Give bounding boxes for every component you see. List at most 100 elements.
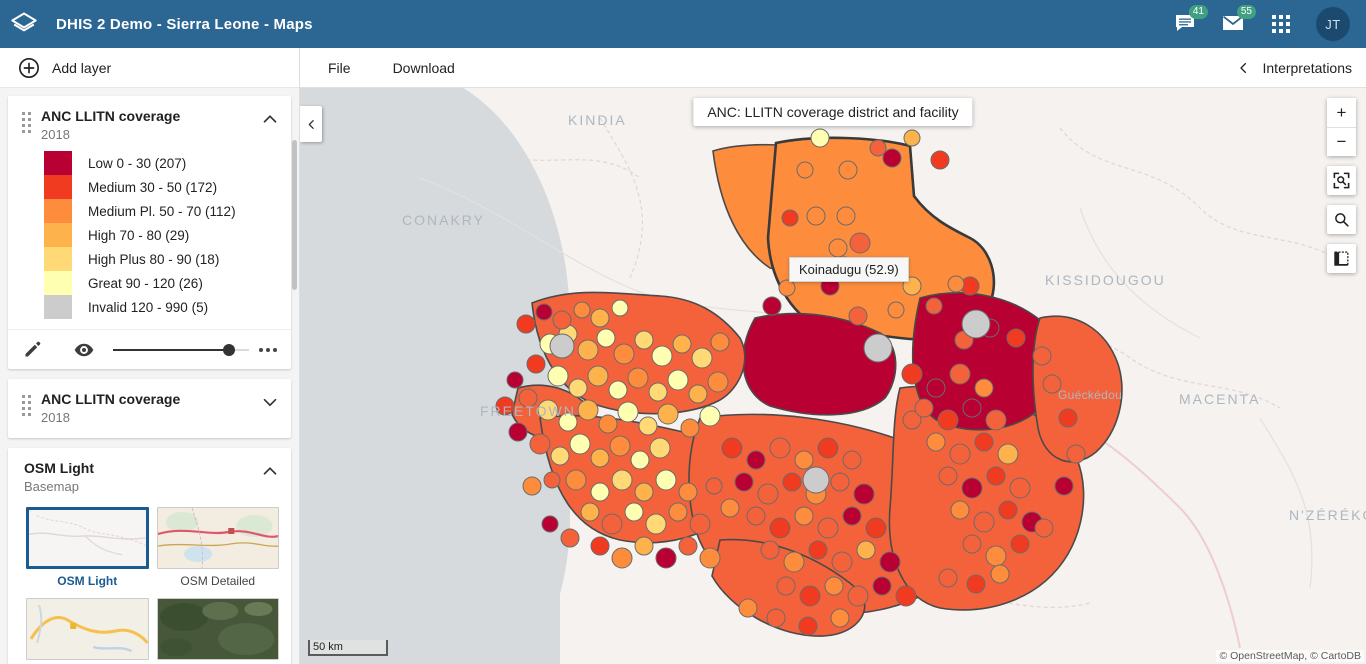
layer-titles: ANC LLITN coverage 2018 xyxy=(41,108,259,143)
scale-bar: 50 km xyxy=(308,640,388,656)
legend-item: Medium Pl. 50 - 70 (112) xyxy=(44,199,291,223)
legend-swatch xyxy=(44,151,72,175)
chevron-left-icon xyxy=(1239,62,1246,73)
chevron-down-icon[interactable] xyxy=(259,391,281,413)
interpretations-label: Interpretations xyxy=(1262,59,1353,76)
layer-card-anc-llitn-2[interactable]: ANC LLITN coverage 2018 xyxy=(8,379,291,438)
layer-period: 2018 xyxy=(41,127,70,142)
search-button[interactable] xyxy=(1327,205,1356,234)
map-area: File Download Interpretations KINDIA CON… xyxy=(300,48,1366,664)
drag-handle-icon[interactable] xyxy=(22,112,31,133)
facility-markers xyxy=(495,128,1086,636)
layer-card-header[interactable]: ANC LLITN coverage 2018 xyxy=(8,379,291,438)
legend-swatch xyxy=(44,199,72,223)
legend-label: Medium Pl. 50 - 70 (112) xyxy=(88,203,236,219)
menu-download[interactable]: Download xyxy=(393,60,455,76)
zoom-in-button[interactable]: + xyxy=(1327,98,1356,127)
chevron-left-icon xyxy=(308,119,314,129)
layers-icon xyxy=(11,12,37,32)
layer-card-anc-llitn-1[interactable]: ANC LLITN coverage 2018 Low 0 - 30 (207) xyxy=(8,96,291,369)
zoom-control-group: + − xyxy=(1327,98,1356,156)
zoom-out-button[interactable]: − xyxy=(1327,127,1356,156)
thumb-art xyxy=(157,599,278,659)
add-layer-button[interactable]: Add layer xyxy=(0,48,299,88)
basemap-thumbnail xyxy=(156,598,279,660)
map-canvas[interactable]: KINDIA CONAKRY KISSIDOUGOU MACENTA Guéck… xyxy=(300,88,1366,664)
layers-panel: Add layer ANC LLITN coverage 2018 Low 0 … xyxy=(0,48,300,664)
feature-tooltip: Koinadugu (52.9) xyxy=(789,257,909,282)
app-title: DHIS 2 Demo - Sierra Leone - Maps xyxy=(56,15,313,33)
mail-button[interactable]: 55 xyxy=(1220,5,1256,37)
chevron-up-icon[interactable] xyxy=(259,460,281,482)
legend-label: High Plus 80 - 90 (18) xyxy=(88,251,220,267)
thumb-art xyxy=(157,508,279,568)
basemap-thumbnail xyxy=(26,507,149,569)
interpretations-toggle[interactable]: Interpretations xyxy=(1236,59,1353,77)
basemap-thumbnail xyxy=(26,598,149,660)
legend-item: High Plus 80 - 90 (18) xyxy=(44,247,291,271)
avatar[interactable]: JT xyxy=(1316,7,1350,41)
basemap-options: OSM Light OSM Detailed xyxy=(8,503,291,664)
basemap-option-osm-light[interactable]: OSM Light xyxy=(26,507,149,588)
legend-swatch xyxy=(44,247,72,271)
layer-card-header[interactable]: ANC LLITN coverage 2018 xyxy=(8,96,291,151)
layer-more-menu[interactable] xyxy=(259,347,277,352)
add-layer-label: Add layer xyxy=(52,59,112,76)
legend-item: Low 0 - 30 (207) xyxy=(44,151,291,175)
basemap-thumbnail xyxy=(156,507,279,569)
legend-item: Invalid 120 - 990 (5) xyxy=(44,295,291,319)
basemap-option-google-streets[interactable]: Google Streets xyxy=(26,598,149,664)
messages-button[interactable]: 41 xyxy=(1172,5,1208,37)
collapse-panel-button[interactable] xyxy=(300,106,322,142)
basemap-name: OSM Detailed xyxy=(180,574,256,588)
legend-label: Great 90 - 120 (26) xyxy=(88,275,203,291)
slider-fill xyxy=(113,348,229,351)
ruler-icon xyxy=(1334,251,1349,266)
messages-badge: 41 xyxy=(1188,5,1208,19)
basemap-name: OSM Light xyxy=(57,574,118,588)
apps-button[interactable] xyxy=(1268,11,1294,37)
layer-title: ANC LLITN coverage xyxy=(41,391,181,407)
edit-layer-button[interactable] xyxy=(22,339,43,360)
legend-label: Low 0 - 30 (207) xyxy=(88,155,187,171)
opacity-slider[interactable] xyxy=(113,343,249,357)
eye-icon xyxy=(74,343,94,356)
basemap-card[interactable]: OSM Light Basemap OSM Light OSM Detailed xyxy=(8,448,291,664)
legend-item: Medium 30 - 50 (172) xyxy=(44,175,291,199)
map-title: ANC: LLITN coverage district and facilit… xyxy=(693,98,973,126)
layer-legend: Low 0 - 30 (207) Medium 30 - 50 (172) Me… xyxy=(8,151,291,329)
dhis2-logo[interactable] xyxy=(0,0,48,48)
map-controls: + − xyxy=(1327,98,1356,273)
legend-item: High 70 - 80 (29) xyxy=(44,223,291,247)
legend-swatch xyxy=(44,223,72,247)
legend-swatch xyxy=(44,175,72,199)
chevron-up-icon[interactable] xyxy=(259,108,281,130)
panel-scrollbar[interactable] xyxy=(292,140,297,290)
basemap-titles: OSM Light Basemap xyxy=(24,460,259,495)
apps-grid-icon xyxy=(1272,15,1290,33)
zoom-to-content-button[interactable] xyxy=(1327,166,1356,195)
layer-period: 2018 xyxy=(41,410,70,425)
plus-circle-icon xyxy=(19,57,39,78)
header-actions: 41 55 JT xyxy=(1172,5,1366,41)
menu-file[interactable]: File xyxy=(328,60,351,76)
legend-item: Great 90 - 120 (26) xyxy=(44,271,291,295)
pencil-icon xyxy=(25,341,41,357)
drag-handle-icon[interactable] xyxy=(22,395,31,416)
basemap-subtitle: Basemap xyxy=(24,479,79,494)
search-in-box-icon xyxy=(1333,172,1350,189)
measure-button[interactable] xyxy=(1327,244,1356,273)
layers-list: ANC LLITN coverage 2018 Low 0 - 30 (207) xyxy=(0,88,299,664)
basemap-header[interactable]: OSM Light Basemap xyxy=(8,448,291,503)
legend-label: Invalid 120 - 990 (5) xyxy=(88,299,209,315)
map-toolbar: File Download Interpretations xyxy=(300,48,1366,88)
slider-thumb[interactable] xyxy=(222,343,235,356)
toggle-visibility-button[interactable] xyxy=(73,339,95,361)
layer-title: ANC LLITN coverage xyxy=(41,108,181,124)
map-attribution: © OpenStreetMap, © CartoDB xyxy=(1216,650,1364,662)
legend-swatch xyxy=(44,271,72,295)
main-body: Add layer ANC LLITN coverage 2018 Low 0 … xyxy=(0,48,1366,664)
facility-marker-layer xyxy=(495,128,1086,636)
basemap-option-google-hybrid[interactable]: Google Hybrid xyxy=(156,598,279,664)
basemap-option-osm-detailed[interactable]: OSM Detailed xyxy=(156,507,279,588)
